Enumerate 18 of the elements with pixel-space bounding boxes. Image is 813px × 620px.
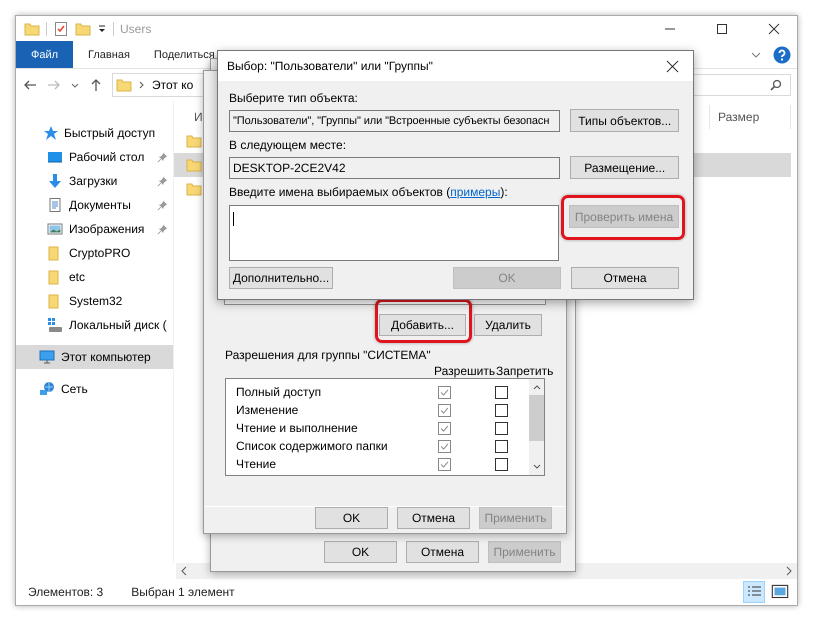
window-title: Users (120, 22, 152, 36)
field-label: Введите имена выбираемых объектов (примеры): (229, 185, 509, 201)
field-label: Выберите тип объекта: (229, 91, 359, 107)
column-header: Разрешить (434, 364, 496, 378)
location-field: DESKTOP-2CE2V42 (229, 156, 560, 178)
permission-name: Чтение (235, 457, 278, 471)
permission-name: Список содержимого папки (235, 439, 389, 453)
dialog-title: Выбор: "Пользователи" или "Группы" (227, 59, 433, 73)
address-text: Этот ко (152, 78, 194, 92)
permission-name: Полный доступ (235, 385, 322, 399)
permissions-label: Разрешения для группы "СИСТЕМА" (225, 348, 432, 362)
status-text: Выбран 1 элемент (131, 585, 235, 599)
column-header: Запретить (496, 364, 554, 378)
field-label: В следующем месте: (229, 138, 348, 154)
status-text: Элементов: 3 (28, 585, 104, 599)
object-type-field: "Пользователи", "Группы" или "Встроенные субъекты безопасн (229, 110, 560, 132)
permission-name: Чтение и выполнение (235, 421, 359, 435)
permission-name: Изменение (235, 403, 300, 417)
